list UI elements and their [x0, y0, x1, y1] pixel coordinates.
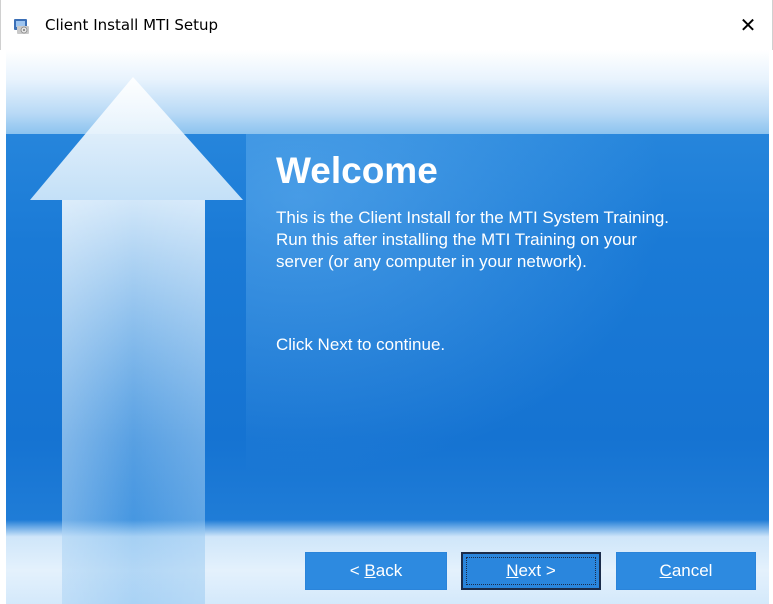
- back-button[interactable]: < Back: [305, 552, 447, 590]
- cancel-button-access-key: C: [659, 561, 672, 580]
- window-title: Client Install MTI Setup: [45, 16, 219, 34]
- focus-ring: [466, 557, 596, 585]
- setup-dialog: Welcome This is the Client Install for t…: [6, 50, 769, 604]
- title-bar: Client Install MTI Setup ✕: [0, 0, 773, 50]
- cancel-button[interactable]: Cancel: [616, 552, 756, 590]
- back-button-access-key: B: [364, 561, 376, 580]
- cancel-button-label: ancel: [671, 561, 713, 580]
- welcome-description: This is the Client Install for the MTI S…: [276, 208, 670, 271]
- back-button-prefix: <: [349, 561, 365, 580]
- close-icon[interactable]: ✕: [724, 0, 772, 50]
- welcome-heading: Welcome: [276, 150, 438, 191]
- up-arrow-graphic: [30, 77, 243, 604]
- next-button[interactable]: Next >: [461, 552, 601, 590]
- back-button-label: ack: [375, 561, 403, 580]
- installer-icon: [13, 17, 31, 35]
- continue-instruction: Click Next to continue.: [276, 335, 446, 354]
